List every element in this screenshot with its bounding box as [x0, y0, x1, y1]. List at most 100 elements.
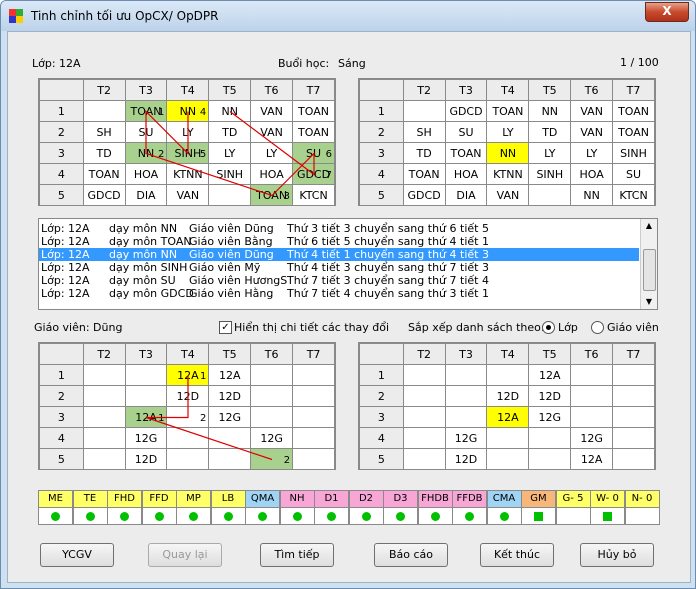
- schedule-cell[interactable]: TOAN: [292, 121, 335, 143]
- schedule-cell[interactable]: KTCN: [612, 184, 655, 206]
- schedule-cell[interactable]: TOAN: [486, 100, 530, 122]
- schedule-cell[interactable]: NN 2: [124, 142, 168, 164]
- schedule-cell[interactable]: 12G: [528, 406, 572, 428]
- schedule-cell[interactable]: HOA: [444, 163, 488, 185]
- schedule-cell[interactable]: 2: [166, 406, 210, 428]
- schedule-cell[interactable]: 12G: [250, 427, 294, 449]
- schedule-cell[interactable]: VAN: [486, 184, 530, 206]
- schedule-cell[interactable]: [208, 427, 252, 449]
- schedule-cell[interactable]: VAN: [166, 184, 210, 206]
- schedule-cell[interactable]: LY: [570, 142, 614, 164]
- schedule-cell[interactable]: [402, 448, 446, 470]
- schedule-cell[interactable]: TD: [208, 121, 252, 143]
- schedule-cell[interactable]: 12A: [208, 364, 252, 386]
- scroll-down-icon[interactable]: ▼: [641, 295, 657, 309]
- schedule-cell[interactable]: [612, 364, 655, 386]
- schedule-cell[interactable]: GDCD: [402, 184, 446, 206]
- schedule-cell[interactable]: TOAN: [82, 163, 126, 185]
- schedule-cell[interactable]: 12A: [528, 364, 572, 386]
- schedule-cell[interactable]: TOAN 3: [250, 184, 294, 206]
- schedule-cell[interactable]: TOAN: [402, 163, 446, 185]
- schedule-cell[interactable]: LY: [208, 142, 252, 164]
- schedule-cell[interactable]: [612, 448, 655, 470]
- cancel-button[interactable]: Hủy bỏ: [580, 543, 654, 567]
- schedule-cell[interactable]: NN 4: [166, 100, 210, 122]
- schedule-cell[interactable]: [208, 184, 252, 206]
- find-next-button[interactable]: Tìm tiếp: [260, 543, 334, 567]
- schedule-cell[interactable]: SU: [124, 121, 168, 143]
- schedule-cell[interactable]: [82, 385, 126, 407]
- schedule-cell[interactable]: [166, 448, 210, 470]
- finish-button[interactable]: Kết thúc: [480, 543, 554, 567]
- schedule-cell[interactable]: [444, 364, 488, 386]
- schedule-cell[interactable]: VAN: [570, 100, 614, 122]
- schedule-cell[interactable]: KTNN: [486, 163, 530, 185]
- schedule-cell[interactable]: DIA: [124, 184, 168, 206]
- schedule-cell[interactable]: VAN: [570, 121, 614, 143]
- schedule-cell[interactable]: [250, 406, 294, 428]
- schedule-cell[interactable]: [250, 385, 294, 407]
- schedule-cell[interactable]: 12D: [208, 385, 252, 407]
- schedule-cell[interactable]: 12A: [486, 406, 530, 428]
- log-item[interactable]: Lớp: 12A dạy môn TOAN Giáo viên Bằng Thứ 6 …: [39, 235, 639, 248]
- schedule-cell[interactable]: [124, 385, 168, 407]
- schedule-cell[interactable]: LY: [486, 121, 530, 143]
- schedule-cell[interactable]: TOAN: [612, 121, 655, 143]
- schedule-cell[interactable]: SU 6: [292, 142, 335, 164]
- schedule-cell[interactable]: KTCN: [292, 184, 335, 206]
- schedule-cell[interactable]: 12G: [124, 427, 168, 449]
- schedule-cell[interactable]: GDCD 7: [292, 163, 335, 185]
- log-item[interactable]: Lớp: 12A dạy môn SINH Giáo viên Mỹ Thứ 4 ti…: [39, 261, 639, 274]
- schedule-cell[interactable]: VAN: [250, 121, 294, 143]
- schedule-cell[interactable]: TD: [82, 142, 126, 164]
- schedule-cell[interactable]: SINH 5: [166, 142, 210, 164]
- schedule-cell[interactable]: GDCD: [82, 184, 126, 206]
- log-item[interactable]: Lớp: 12A dạy môn NN Giáo viên Dũng Thứ 4 ti…: [39, 248, 639, 261]
- schedule-cell[interactable]: NN: [486, 142, 530, 164]
- schedule-cell[interactable]: TD: [402, 142, 446, 164]
- schedule-cell[interactable]: LY: [166, 121, 210, 143]
- close-button[interactable]: X: [645, 2, 689, 22]
- schedule-cell[interactable]: 12A 1: [166, 364, 210, 386]
- schedule-cell[interactable]: TOAN: [292, 100, 335, 122]
- title-bar[interactable]: Tinh chỉnh tối ưu OpCX/ OpDPR X: [1, 1, 695, 31]
- schedule-cell[interactable]: LY: [528, 142, 572, 164]
- schedule-cell[interactable]: [292, 406, 335, 428]
- schedule-cell[interactable]: [402, 364, 446, 386]
- sort-by-teacher-radio[interactable]: [591, 321, 604, 334]
- schedule-cell[interactable]: [82, 100, 126, 122]
- scroll-up-icon[interactable]: ▲: [641, 219, 657, 233]
- schedule-cell[interactable]: 12D: [166, 385, 210, 407]
- schedule-cell[interactable]: [570, 385, 614, 407]
- schedule-cell[interactable]: SU: [612, 163, 655, 185]
- schedule-cell[interactable]: [292, 385, 335, 407]
- schedule-cell[interactable]: [444, 385, 488, 407]
- schedule-cell[interactable]: 12G: [444, 427, 488, 449]
- schedule-cell[interactable]: 12D: [528, 385, 572, 407]
- schedule-cell[interactable]: [612, 385, 655, 407]
- schedule-cell[interactable]: [292, 448, 335, 470]
- schedule-cell[interactable]: [402, 406, 446, 428]
- schedule-cell[interactable]: SH: [82, 121, 126, 143]
- schedule-cell[interactable]: [250, 364, 294, 386]
- schedule-cell[interactable]: 12D: [486, 385, 530, 407]
- schedule-cell[interactable]: 2: [250, 448, 294, 470]
- schedule-cell[interactable]: [612, 406, 655, 428]
- schedule-cell[interactable]: 12A 1: [124, 406, 168, 428]
- schedule-cell[interactable]: LY: [250, 142, 294, 164]
- schedule-cell[interactable]: [292, 364, 335, 386]
- schedule-cell[interactable]: 12D: [124, 448, 168, 470]
- schedule-cell[interactable]: [82, 406, 126, 428]
- schedule-cell[interactable]: [612, 427, 655, 449]
- log-item[interactable]: Lớp: 12A dạy môn NN Giáo viên Dũng Thứ 3 ti…: [39, 222, 639, 235]
- schedule-cell[interactable]: VAN: [250, 100, 294, 122]
- schedule-cell[interactable]: TOAN 1: [124, 100, 168, 122]
- schedule-cell[interactable]: [292, 427, 335, 449]
- schedule-cell[interactable]: [402, 100, 446, 122]
- schedule-cell[interactable]: NN: [528, 100, 572, 122]
- back-button[interactable]: Quay lại: [148, 543, 222, 567]
- schedule-cell[interactable]: TOAN: [612, 100, 655, 122]
- schedule-cell[interactable]: DIA: [444, 184, 488, 206]
- schedule-cell[interactable]: TOAN: [444, 142, 488, 164]
- schedule-cell[interactable]: SH: [402, 121, 446, 143]
